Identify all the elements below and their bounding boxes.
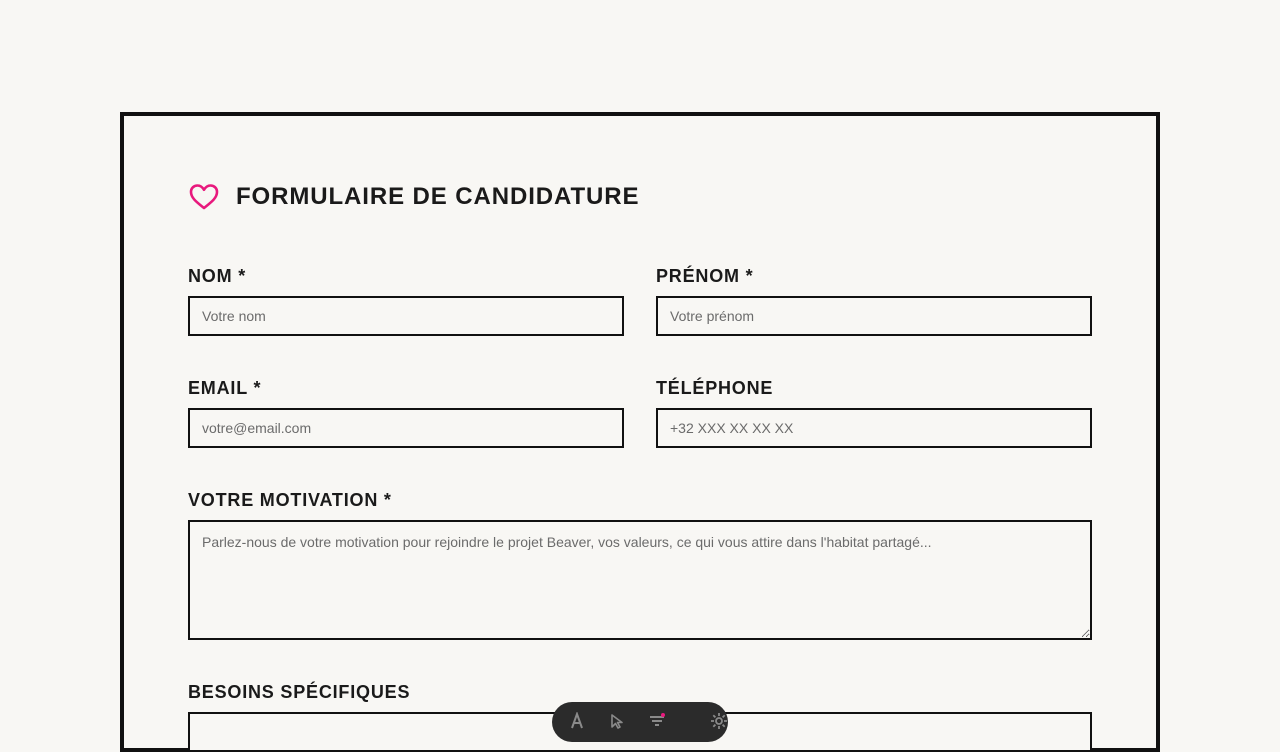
besoins-field: BESOINS SPÉCIFIQUES (188, 680, 1092, 752)
telephone-field: TÉLÉPHONE (656, 376, 1092, 448)
pointer-tool-icon[interactable] (608, 710, 626, 732)
form-header: FORMULAIRE DE CANDIDATURE (188, 180, 639, 214)
nom-input[interactable] (188, 296, 624, 336)
motivation-textarea[interactable] (188, 520, 1092, 640)
filter-icon[interactable] (648, 710, 666, 732)
nom-label: NOM * (188, 266, 246, 286)
floating-toolbar (552, 702, 728, 742)
besoins-label: BESOINS SPÉCIFIQUES (188, 682, 411, 702)
prenom-input[interactable] (656, 296, 1092, 336)
form-title: FORMULAIRE DE CANDIDATURE (236, 183, 640, 210)
settings-icon[interactable] (710, 710, 728, 732)
telephone-label: TÉLÉPHONE (656, 378, 774, 398)
prenom-field: PRÉNOM * (656, 264, 1092, 336)
email-input[interactable] (188, 408, 624, 448)
heart-icon (189, 184, 219, 210)
telephone-input[interactable] (656, 408, 1092, 448)
motivation-field: VOTRE MOTIVATION * (188, 488, 1092, 640)
nom-field: NOM * (188, 264, 624, 336)
prenom-label: PRÉNOM * (656, 266, 754, 286)
text-tool-icon[interactable] (568, 710, 586, 732)
application-form-card: FORMULAIRE DE CANDIDATURE NOM * PRÉNOM *… (120, 112, 1160, 752)
motivation-label: VOTRE MOTIVATION * (188, 490, 392, 510)
email-field: EMAIL * (188, 376, 624, 448)
email-label: EMAIL * (188, 378, 262, 398)
